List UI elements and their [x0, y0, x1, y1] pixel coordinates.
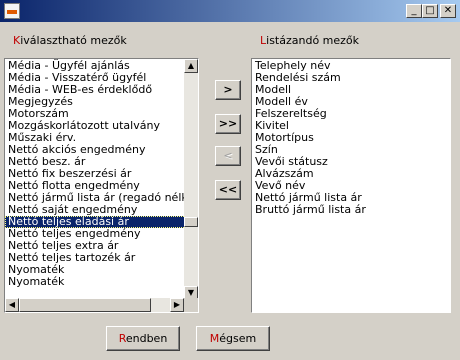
close-button[interactable]: ✕ — [440, 4, 456, 18]
list-item[interactable]: Motortípus — [252, 132, 448, 144]
remove-one-button[interactable]: < — [215, 146, 241, 166]
listed-fields-label: Listázandó mezők — [260, 34, 360, 47]
available-fields-list[interactable]: Média - Ügyfél ajánlás Média - Visszatérő… — [4, 58, 199, 313]
scroll-right-icon[interactable]: ▶ — [170, 298, 184, 312]
cancel-button[interactable]: Mégsem — [196, 326, 270, 351]
app-icon — [4, 3, 20, 19]
title-bar[interactable]: _ □ ✕ — [0, 0, 460, 22]
scroll-thumb[interactable] — [184, 217, 198, 227]
add-one-button[interactable]: > — [215, 80, 241, 100]
horizontal-scrollbar[interactable]: ◀ ▶ — [5, 298, 184, 312]
listed-fields-list[interactable]: Telephely név Rendelési szám Modell Modell … — [251, 58, 451, 313]
maximize-button[interactable]: □ — [422, 4, 438, 18]
remove-all-button[interactable]: << — [215, 180, 241, 200]
scroll-up-icon[interactable]: ▲ — [184, 59, 198, 73]
minimize-button[interactable]: _ — [406, 4, 422, 18]
vertical-scrollbar[interactable]: ▲ ▼ — [184, 59, 198, 300]
available-fields-label: Kiválasztható mezők — [13, 34, 127, 47]
scroll-corner — [184, 298, 198, 312]
scroll-left-icon[interactable]: ◀ — [5, 298, 19, 312]
list-item[interactable]: Nyomaték — [5, 276, 186, 288]
add-all-button[interactable]: >> — [215, 114, 241, 134]
ok-button[interactable]: Rendben — [106, 326, 180, 351]
list-item[interactable]: Bruttó jármű lista ár — [252, 204, 448, 216]
hscroll-thumb[interactable] — [19, 298, 151, 312]
